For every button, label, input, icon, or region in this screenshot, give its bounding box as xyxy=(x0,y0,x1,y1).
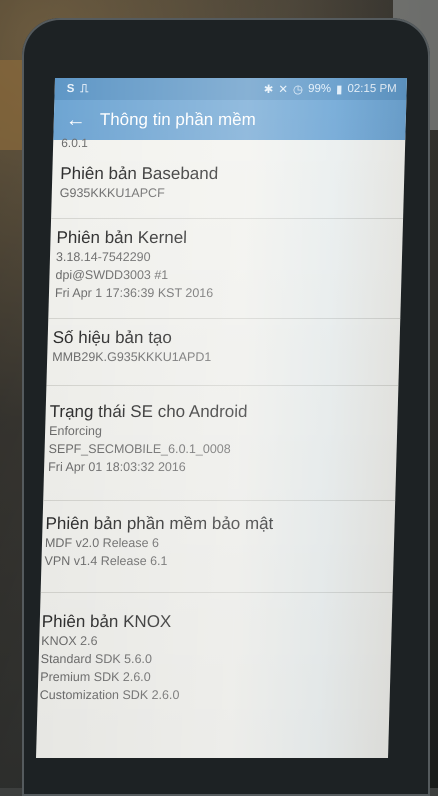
list-item-kernel[interactable]: Phiên bản Kernel 3.18.14-7542290 dpi@SWD… xyxy=(49,228,403,302)
item-value: 3.18.14-7542290 xyxy=(55,250,151,264)
list-item-build-number[interactable]: Số hiệu bản tạo MMB29K.G935KKKU1APD1 xyxy=(47,328,400,366)
battery-percent: 99% xyxy=(307,83,332,95)
divider xyxy=(46,385,399,386)
list-item-security-software[interactable]: Phiên bản phần mềm bảo mật MDF v2.0 Rele… xyxy=(41,514,395,570)
item-value: KNOX 2.6 xyxy=(41,634,98,648)
item-value: G935KKKU1APCF xyxy=(59,186,165,200)
list-item-knox[interactable]: Phiên bản KNOX KNOX 2.6 Standard SDK 5.6… xyxy=(38,612,393,704)
divider xyxy=(40,592,393,593)
clock: 02:15 PM xyxy=(347,83,397,95)
item-value: SEPF_SECMOBILE_6.0.1_0008 xyxy=(48,442,231,456)
item-title: Phiên bản Baseband xyxy=(60,164,219,183)
divider xyxy=(48,318,401,319)
samsung-notification-icon: S xyxy=(66,82,75,95)
item-title: Số hiệu bản tạo xyxy=(52,328,173,347)
item-value: Fri Apr 1 17:36:39 KST 2016 xyxy=(54,286,214,300)
item-value: Enforcing xyxy=(48,424,103,438)
list-item-baseband[interactable]: Phiên bản Baseband G935KKKU1APCF xyxy=(52,164,405,202)
divider xyxy=(51,218,404,219)
item-value: Customization SDK 2.6.0 xyxy=(39,688,180,702)
notification-icon: ⎍ xyxy=(80,82,89,95)
item-title: Trạng thái SE cho Android xyxy=(49,402,248,421)
item-title: Phiên bản phần mềm bảo mật xyxy=(45,514,274,533)
partial-item-value: 6.0.1 xyxy=(60,136,89,150)
back-arrow-icon[interactable]: ← xyxy=(66,109,87,132)
mute-icon: ✕ xyxy=(278,84,289,96)
bluetooth-icon: ✱ xyxy=(263,84,274,96)
item-value: dpi@SWDD3003 #1 xyxy=(55,268,169,282)
item-value: MMB29K.G935KKKU1APD1 xyxy=(52,350,212,364)
divider xyxy=(43,500,396,501)
item-value: VPN v1.4 Release 6.1 xyxy=(44,554,168,568)
item-value: Premium SDK 2.6.0 xyxy=(40,670,151,684)
item-value: Standard SDK 5.6.0 xyxy=(40,652,153,666)
status-bar: S ⎍ ✱ ✕ ◷ 99% ▮ 02:15 PM xyxy=(54,78,407,100)
item-title: Phiên bản Kernel xyxy=(56,228,188,247)
item-value: MDF v2.0 Release 6 xyxy=(44,536,160,550)
notification-icons: S ⎍ xyxy=(67,83,89,96)
item-value: Fri Apr 01 18:03:32 2016 xyxy=(47,460,186,474)
system-status: ✱ ✕ ◷ 99% ▮ 02:15 PM xyxy=(264,82,397,96)
page-title: Thông tin phần mềm xyxy=(99,110,257,129)
list-item-se-status[interactable]: Trạng thái SE cho Android Enforcing SEPF… xyxy=(44,402,398,476)
app-toolbar: ← Thông tin phần mềm xyxy=(53,100,407,140)
battery-icon: ▮ xyxy=(335,84,343,96)
alarm-icon: ◷ xyxy=(292,84,304,96)
item-title: Phiên bản KNOX xyxy=(41,612,172,631)
phone-screen: S ⎍ ✱ ✕ ◷ 99% ▮ 02:15 PM ← Thông tin phầ… xyxy=(36,78,407,758)
